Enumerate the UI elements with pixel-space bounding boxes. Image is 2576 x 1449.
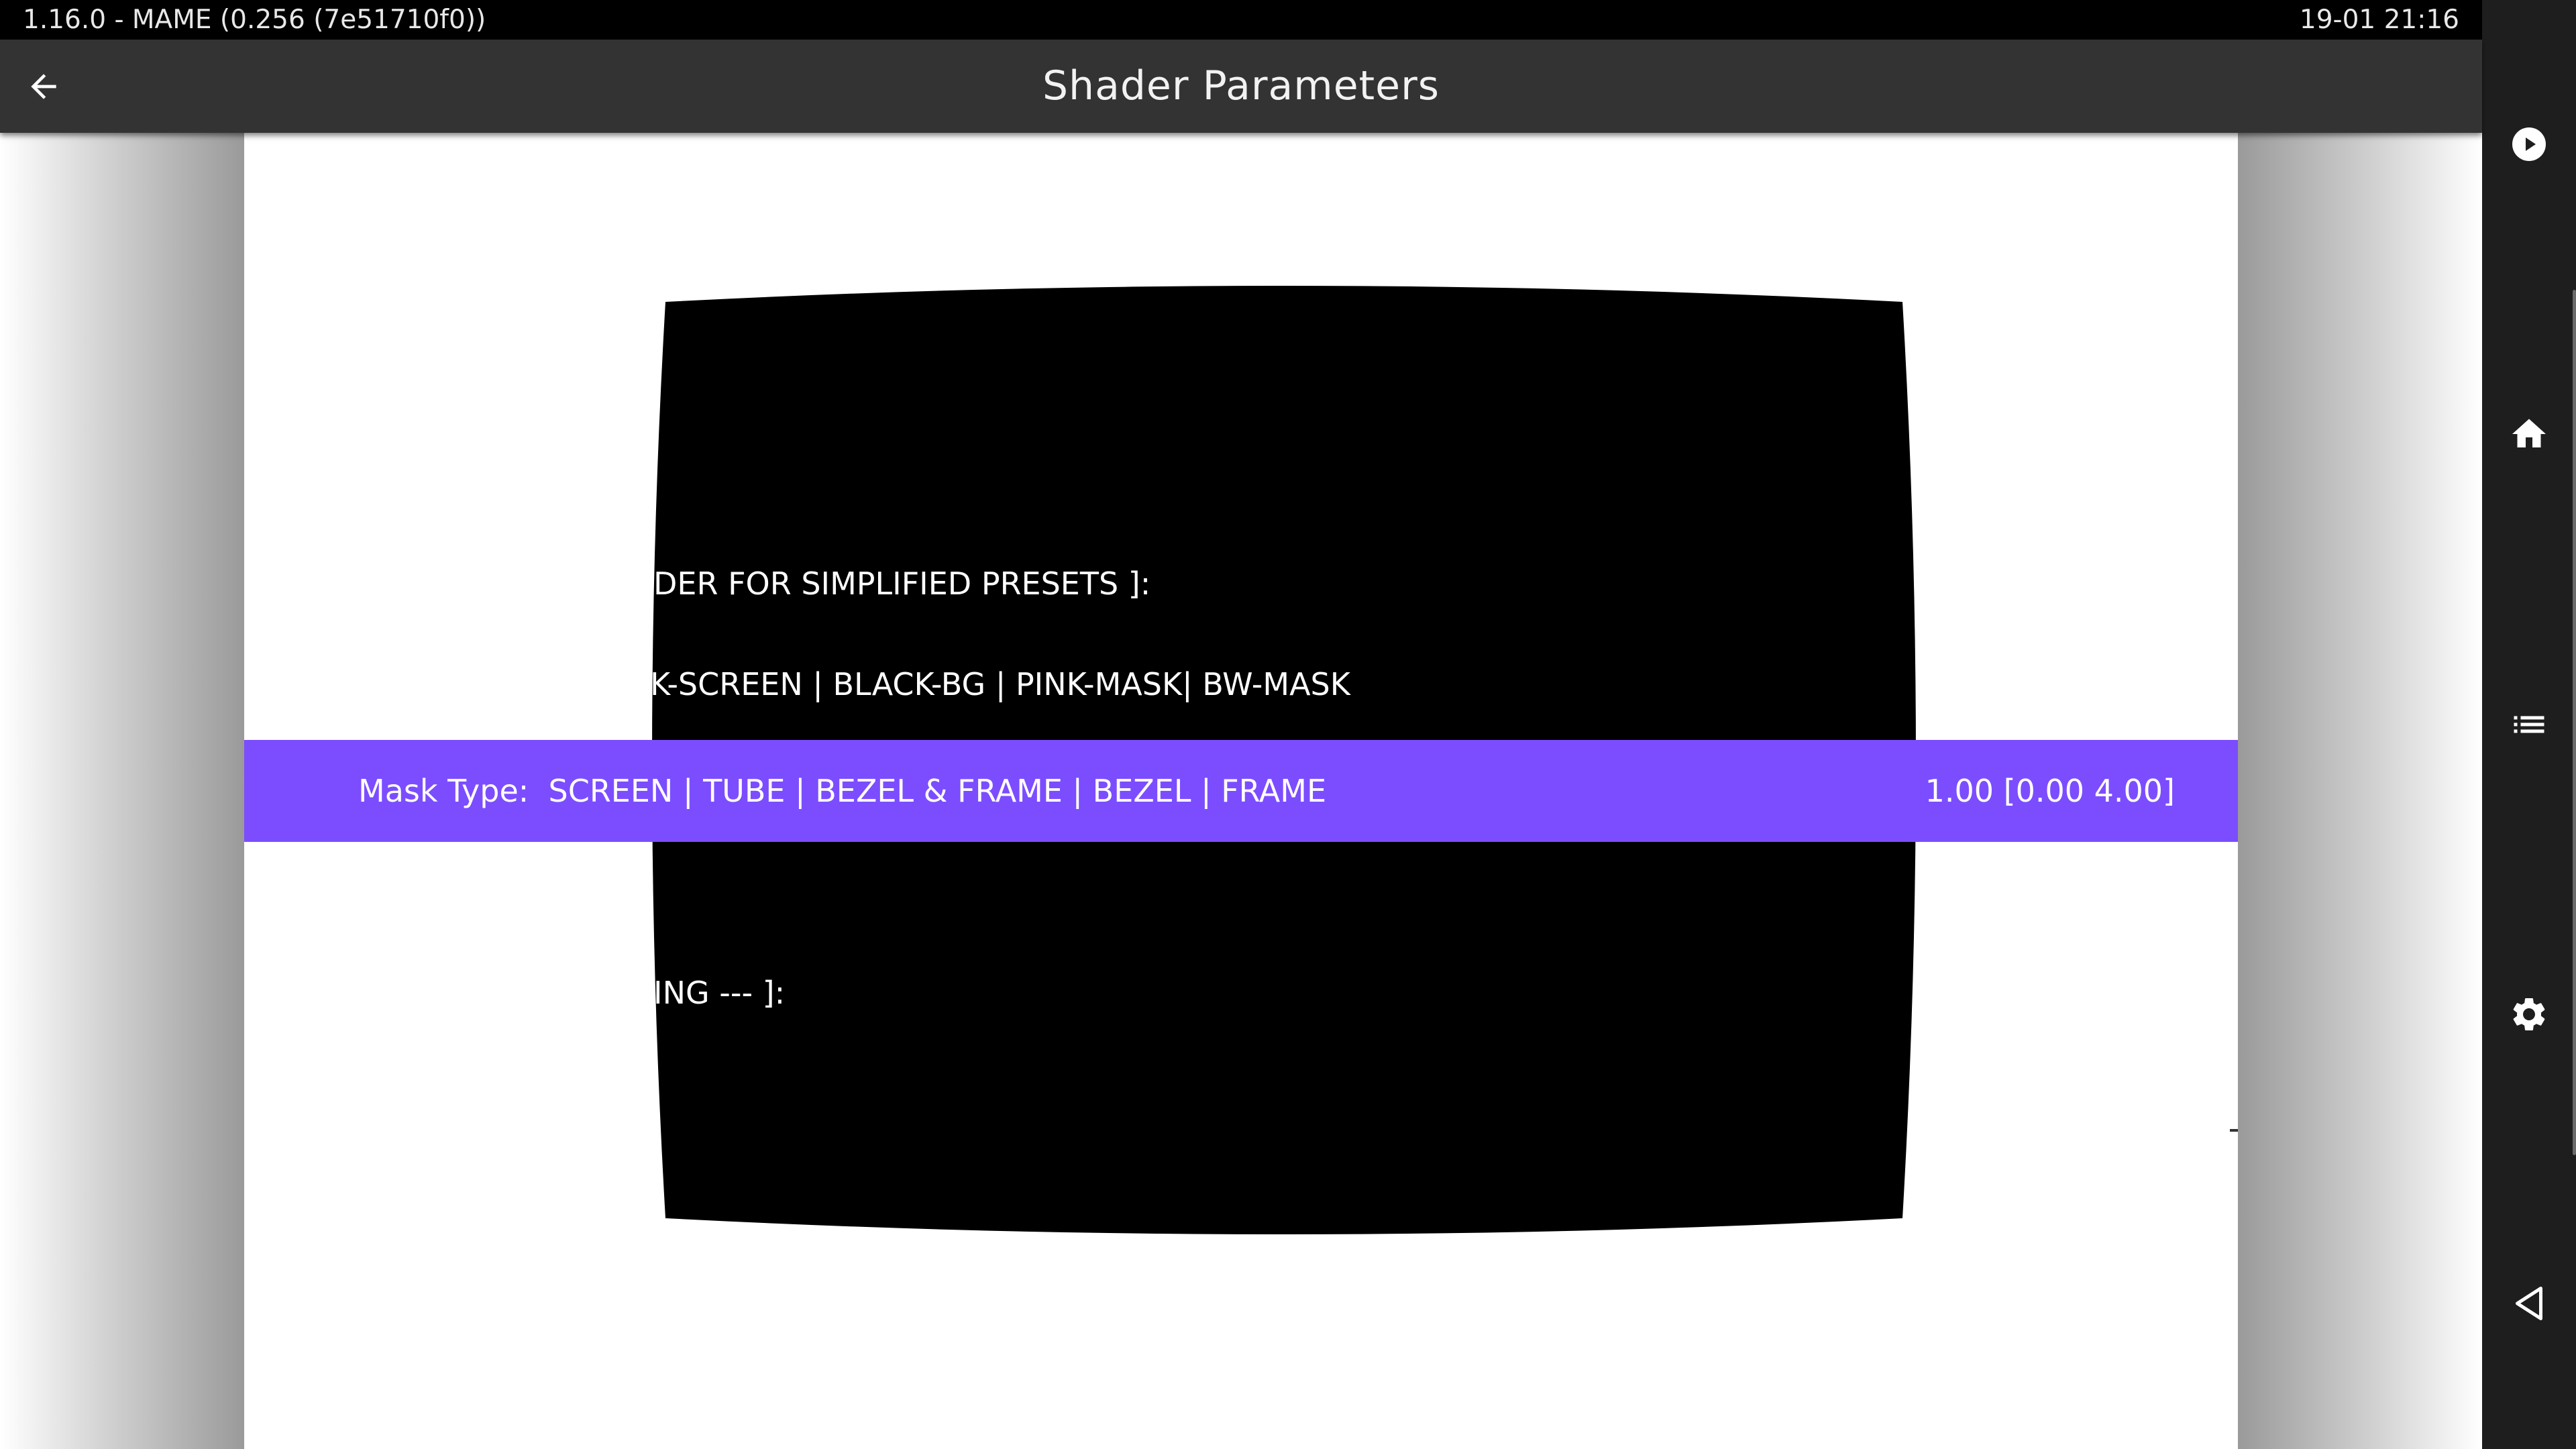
status-bar: 1.16.0 - MAME (0.256 (7e51710f0)) 19-01 … xyxy=(0,0,2482,40)
page-title: Shader Parameters xyxy=(1042,62,1440,109)
gear-icon xyxy=(2513,998,2545,1030)
home-button[interactable] xyxy=(2506,411,2553,458)
parameter-row[interactable]: K-SCREEN | BLACK-BG | PINK-MASK| BW-MASK xyxy=(650,666,1350,702)
menu-list-button[interactable] xyxy=(2506,701,2553,748)
left-gutter xyxy=(0,133,244,1449)
play-button[interactable] xyxy=(2506,121,2553,168)
parameter-value: 1.00 [0.00 4.00] xyxy=(1925,773,2175,809)
app-toolbar: Shader Parameters xyxy=(0,40,2482,133)
scrollbar[interactable] xyxy=(2573,290,2576,1155)
app-root: 1.16.0 - MAME (0.256 (7e51710f0)) 19-01 … xyxy=(0,0,2576,1449)
parameter-label: Mask Type: SCREEN | TUBE | BEZEL & FRAME… xyxy=(358,773,1327,809)
parameter-row[interactable]: ING --- ]: xyxy=(653,975,785,1011)
home-icon xyxy=(2512,419,2546,447)
status-app-version: 1.16.0 - MAME (0.256 (7e51710f0)) xyxy=(23,5,486,35)
settings-button[interactable] xyxy=(2506,991,2553,1038)
side-navigation-rail xyxy=(2482,0,2576,1449)
scroll-tick xyxy=(2230,1129,2238,1132)
system-back-button[interactable] xyxy=(2506,1280,2553,1327)
right-gutter xyxy=(2238,133,2482,1449)
game-screen-area: DER FOR SIMPLIFIED PRESETS ]: K-SCREEN |… xyxy=(244,133,2238,1449)
list-icon xyxy=(2514,716,2544,733)
back-triangle-icon xyxy=(2516,1287,2542,1320)
parameter-row[interactable]: DER FOR SIMPLIFIED PRESETS ]: xyxy=(653,566,1150,602)
play-icon xyxy=(2512,127,2546,161)
status-datetime: 19-01 21:16 xyxy=(2299,5,2459,35)
selected-parameter-row[interactable]: Mask Type: SCREEN | TUBE | BEZEL & FRAME… xyxy=(244,740,2238,842)
game-viewport: DER FOR SIMPLIFIED PRESETS ]: K-SCREEN |… xyxy=(0,133,2482,1449)
